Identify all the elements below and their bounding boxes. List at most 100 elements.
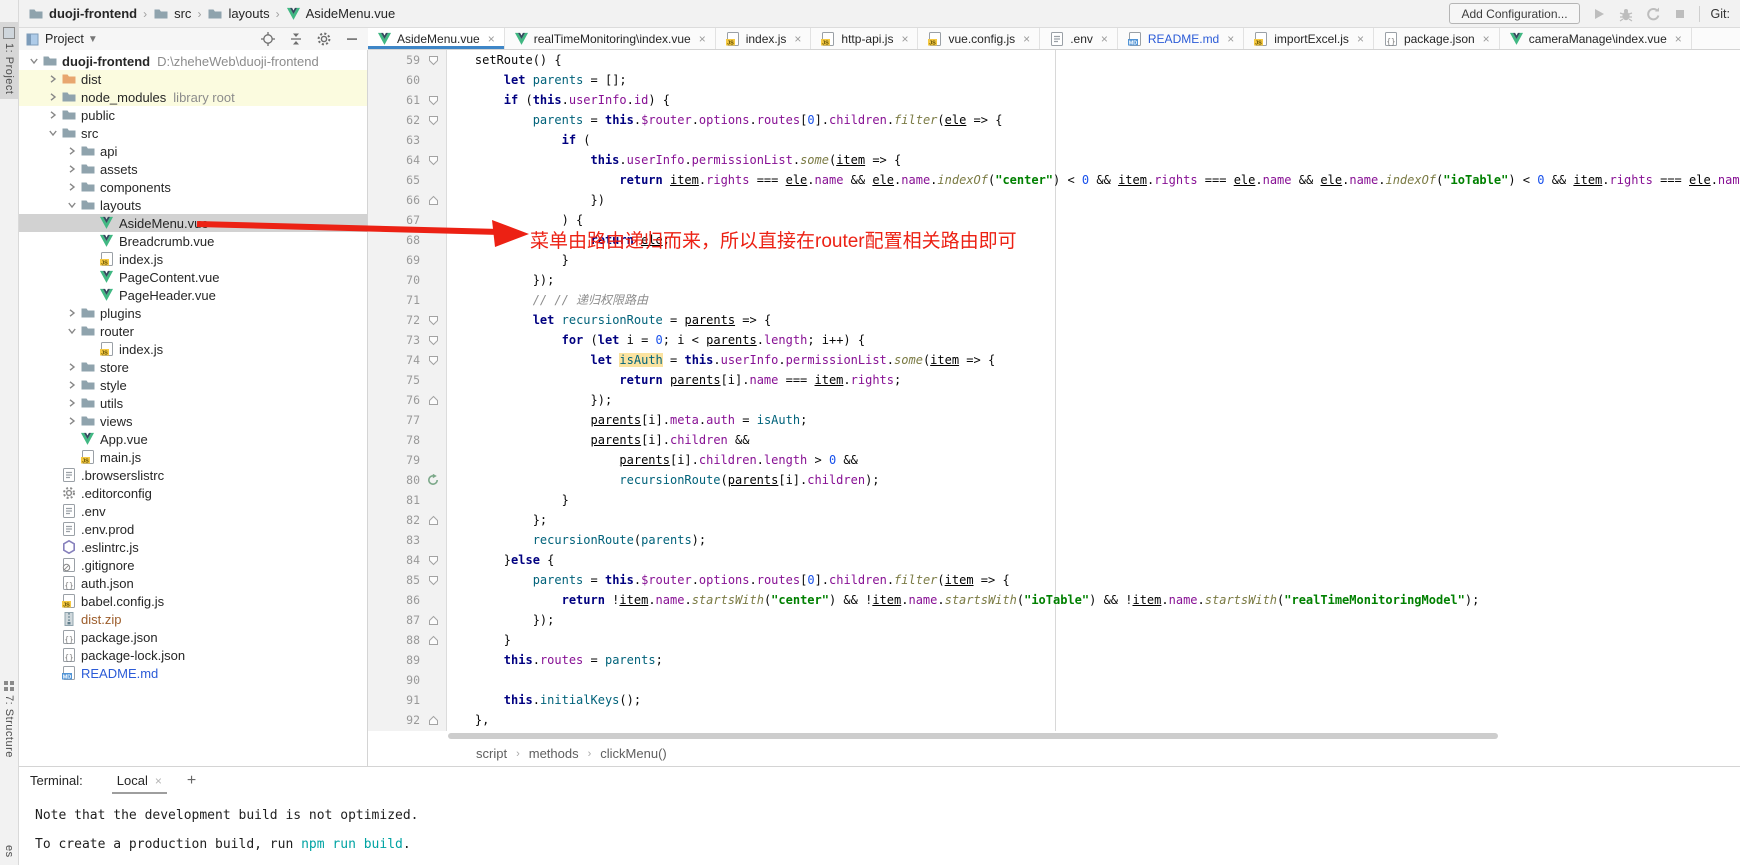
breadcrumb-item-src[interactable]: src xyxy=(153,6,191,22)
terminal-tab-local[interactable]: Local × xyxy=(112,767,167,794)
line-number[interactable]: 87 xyxy=(368,610,420,630)
line-number[interactable]: 62 xyxy=(368,110,420,130)
breadcrumb-item-duoji-frontend[interactable]: duoji-frontend xyxy=(28,6,137,22)
tree-item-style[interactable]: style xyxy=(18,376,367,394)
code-line-86[interactable]: 86 return !item.name.startsWith("center"… xyxy=(368,590,1740,610)
line-number[interactable]: 89 xyxy=(368,650,420,670)
fold-marker[interactable] xyxy=(420,330,446,350)
code-line-71[interactable]: 71 // // 递归权限路由 xyxy=(368,290,1740,310)
collapse-all-icon[interactable] xyxy=(288,31,304,47)
line-number[interactable]: 70 xyxy=(368,270,420,290)
code-line-77[interactable]: 77 parents[i].meta.auth = isAuth; xyxy=(368,410,1740,430)
breadcrumb-item-layouts[interactable]: layouts xyxy=(207,6,269,22)
tree-item-AsideMenu.vue[interactable]: AsideMenu.vue xyxy=(18,214,367,232)
line-number[interactable]: 82 xyxy=(368,510,420,530)
tree-item-.env[interactable]: .env xyxy=(18,502,367,520)
chevron-expanded-icon[interactable] xyxy=(26,56,41,66)
stop-icon[interactable] xyxy=(1672,6,1688,22)
fold-marker[interactable] xyxy=(420,110,446,130)
close-tab-icon[interactable]: × xyxy=(1357,32,1364,46)
line-number[interactable]: 71 xyxy=(368,290,420,310)
line-number[interactable]: 90 xyxy=(368,670,420,690)
code-line-72[interactable]: 72 let recursionRoute = parents => { xyxy=(368,310,1740,330)
code-line-76[interactable]: 76 }); xyxy=(368,390,1740,410)
tree-item-views[interactable]: views xyxy=(18,412,367,430)
editor-tab-realTimeMonitoring\index.vue[interactable]: realTimeMonitoring\index.vue× xyxy=(505,28,716,49)
line-number[interactable]: 74 xyxy=(368,350,420,370)
tree-item-package.json[interactable]: {}package.json xyxy=(18,628,367,646)
code-line-81[interactable]: 81 } xyxy=(368,490,1740,510)
locate-file-icon[interactable] xyxy=(260,31,276,47)
tree-item-index.js[interactable]: JSindex.js xyxy=(18,250,367,268)
chevron-collapsed-icon[interactable] xyxy=(64,146,79,156)
settings-gear-icon[interactable] xyxy=(316,31,332,47)
code-line-80[interactable]: 80 recursionRoute(parents[i].children); xyxy=(368,470,1740,490)
run-icon[interactable] xyxy=(1591,6,1607,22)
tree-item-main.js[interactable]: JSmain.js xyxy=(18,448,367,466)
line-number[interactable]: 78 xyxy=(368,430,420,450)
line-number[interactable]: 88 xyxy=(368,630,420,650)
line-number[interactable]: 81 xyxy=(368,490,420,510)
line-number[interactable]: 91 xyxy=(368,690,420,710)
fold-marker[interactable] xyxy=(420,350,446,370)
close-tab-icon[interactable]: × xyxy=(901,32,908,46)
close-tab-icon[interactable]: × xyxy=(1483,32,1490,46)
line-number[interactable]: 85 xyxy=(368,570,420,590)
chevron-expanded-icon[interactable] xyxy=(64,326,79,336)
close-terminal-tab-icon[interactable]: × xyxy=(155,774,162,788)
tree-item-src[interactable]: src xyxy=(18,124,367,142)
git-label[interactable]: Git: xyxy=(1711,7,1730,21)
line-number[interactable]: 68 xyxy=(368,230,420,250)
tree-item-node_modules[interactable]: node_moduleslibrary root xyxy=(18,88,367,106)
fold-marker[interactable] xyxy=(420,50,446,70)
new-terminal-icon[interactable]: + xyxy=(187,772,196,790)
close-tab-icon[interactable]: × xyxy=(1227,32,1234,46)
line-number[interactable]: 75 xyxy=(368,370,420,390)
hide-panel-icon[interactable] xyxy=(344,31,360,47)
line-number[interactable]: 80 xyxy=(368,470,420,490)
debug-icon[interactable] xyxy=(1618,6,1634,22)
close-tab-icon[interactable]: × xyxy=(1101,32,1108,46)
tree-item-components[interactable]: components xyxy=(18,178,367,196)
code-line-84[interactable]: 84 }else { xyxy=(368,550,1740,570)
fold-marker[interactable] xyxy=(420,630,446,650)
chevron-expanded-icon[interactable] xyxy=(64,200,79,210)
chevron-collapsed-icon[interactable] xyxy=(64,164,79,174)
editor-tab-importExcel.js[interactable]: JSimportExcel.js× xyxy=(1244,28,1374,49)
tree-item-.eslintrc.js[interactable]: .eslintrc.js xyxy=(18,538,367,556)
tree-item-api[interactable]: api xyxy=(18,142,367,160)
horizontal-scrollbar-thumb[interactable] xyxy=(448,733,1498,739)
tree-item-package-lock.json[interactable]: {}package-lock.json xyxy=(18,646,367,664)
tree-item-router[interactable]: router xyxy=(18,322,367,340)
chevron-collapsed-icon[interactable] xyxy=(64,398,79,408)
line-number[interactable]: 65 xyxy=(368,170,420,190)
fold-marker[interactable] xyxy=(420,190,446,210)
fold-marker[interactable] xyxy=(420,710,446,730)
code-line-82[interactable]: 82 }; xyxy=(368,510,1740,530)
tree-item-.gitignore[interactable]: .gitignore xyxy=(18,556,367,574)
code-line-65[interactable]: 65 return item.rights === ele.name && el… xyxy=(368,170,1740,190)
code-line-88[interactable]: 88 } xyxy=(368,630,1740,650)
chevron-collapsed-icon[interactable] xyxy=(45,110,60,120)
editor-breadcrumb-methods[interactable]: methods xyxy=(529,746,579,761)
tree-item-.editorconfig[interactable]: .editorconfig xyxy=(18,484,367,502)
editor-tab-package.json[interactable]: {}package.json× xyxy=(1374,28,1500,49)
code-line-70[interactable]: 70 }); xyxy=(368,270,1740,290)
code-line-61[interactable]: 61 if (this.userInfo.id) { xyxy=(368,90,1740,110)
tree-item-PageContent.vue[interactable]: PageContent.vue xyxy=(18,268,367,286)
code-line-64[interactable]: 64 this.userInfo.permissionList.some(ite… xyxy=(368,150,1740,170)
editor-tab-.env[interactable]: .env× xyxy=(1040,28,1118,49)
toolwindow-project-button[interactable]: 1: Project xyxy=(0,22,18,99)
line-number[interactable]: 67 xyxy=(368,210,420,230)
line-number[interactable]: 61 xyxy=(368,90,420,110)
tree-item-PageHeader.vue[interactable]: PageHeader.vue xyxy=(18,286,367,304)
line-number[interactable]: 73 xyxy=(368,330,420,350)
editor-breadcrumb-script[interactable]: script xyxy=(476,746,507,761)
fold-marker[interactable] xyxy=(420,310,446,330)
code-line-87[interactable]: 87 }); xyxy=(368,610,1740,630)
chevron-collapsed-icon[interactable] xyxy=(64,182,79,192)
tree-item-index.js[interactable]: JSindex.js xyxy=(18,340,367,358)
code-line-74[interactable]: 74 let isAuth = this.userInfo.permission… xyxy=(368,350,1740,370)
close-tab-icon[interactable]: × xyxy=(1023,32,1030,46)
tree-item-.browserslistrc[interactable]: .browserslistrc xyxy=(18,466,367,484)
